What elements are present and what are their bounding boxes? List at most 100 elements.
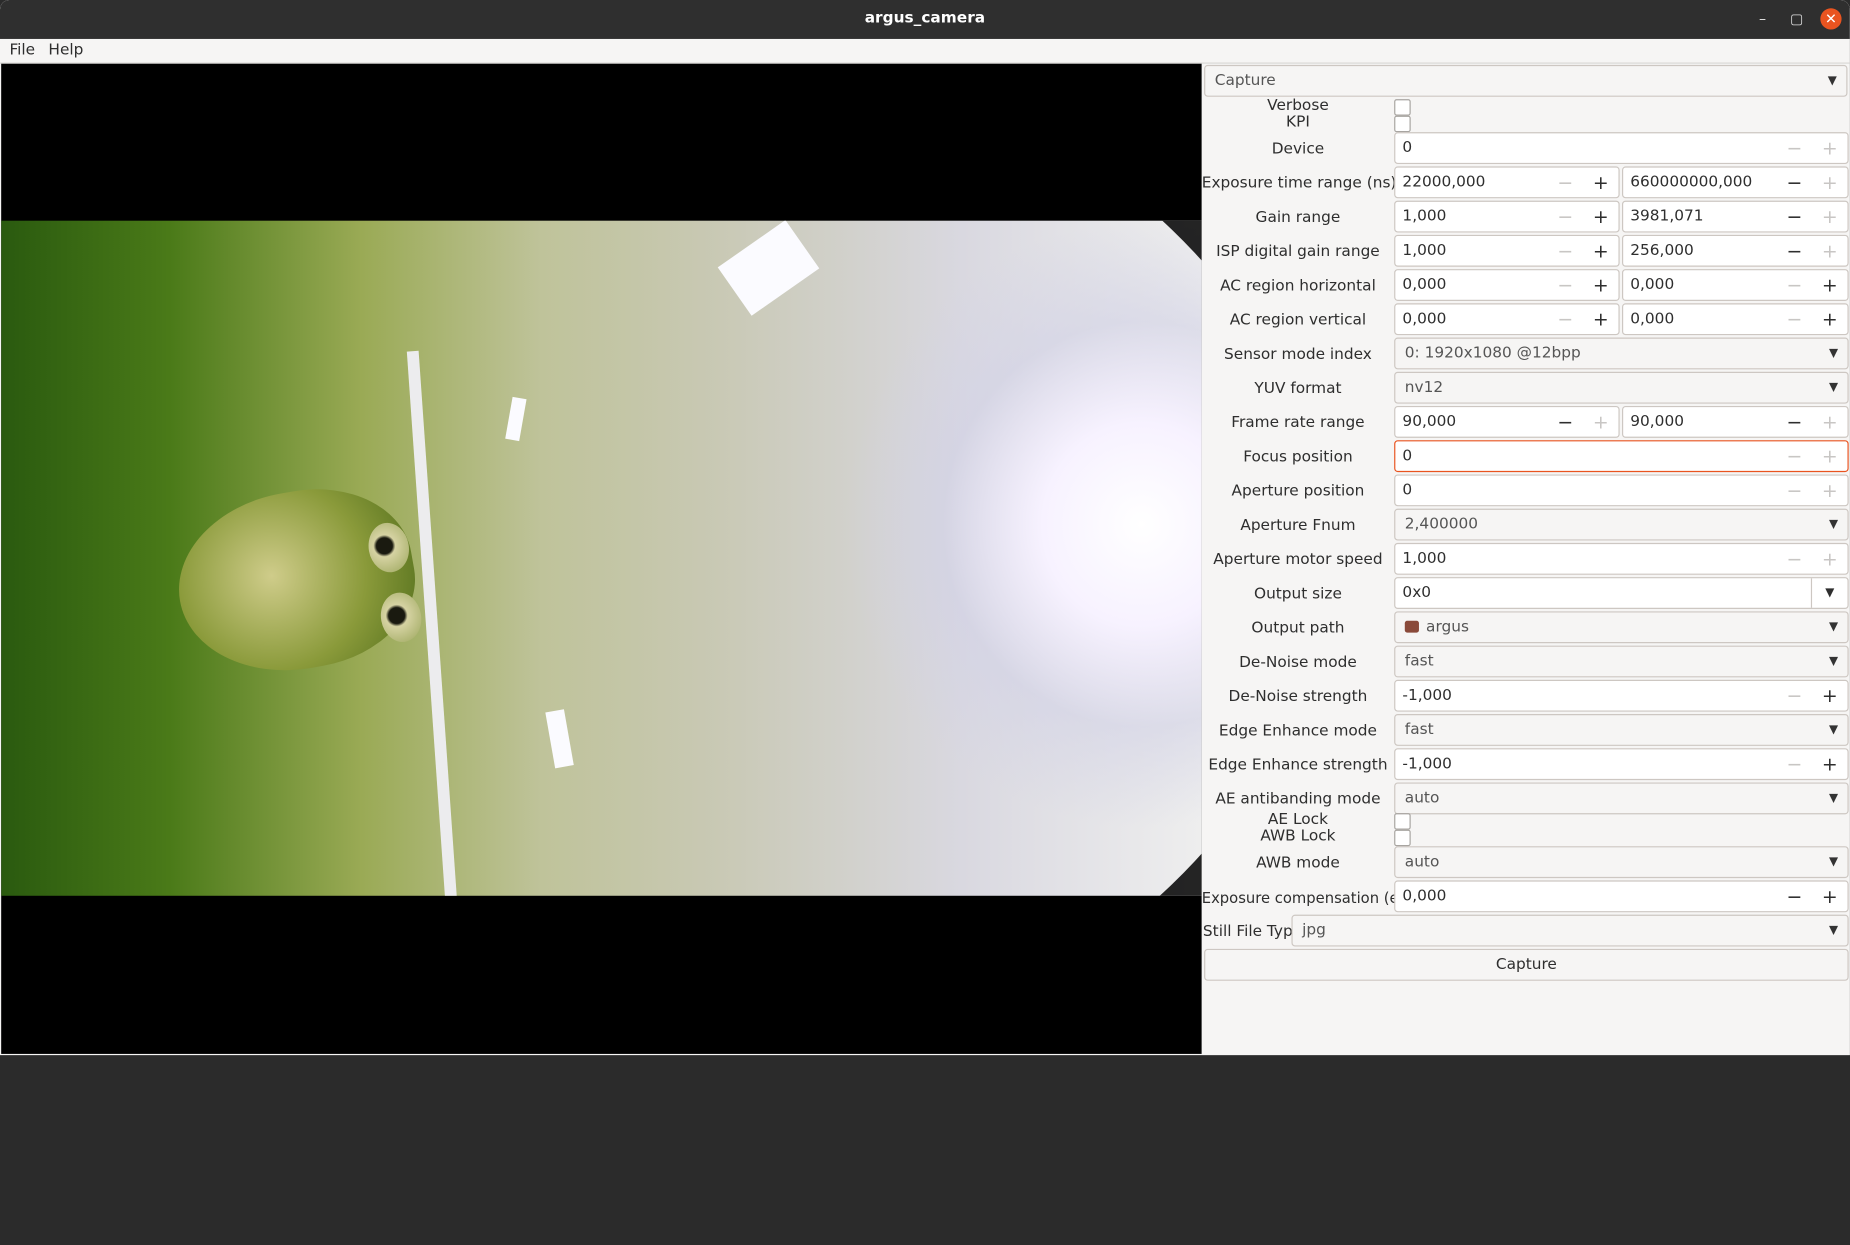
verbose-checkbox[interactable]: [1394, 99, 1411, 116]
plus-icon[interactable]: +: [1812, 133, 1847, 163]
frame-rate-max-spinbox[interactable]: 90,000 − +: [1622, 405, 1849, 438]
minus-icon[interactable]: −: [1548, 236, 1583, 266]
aperture-position-label: Aperture position: [1231, 482, 1365, 501]
minus-icon[interactable]: −: [1777, 270, 1812, 300]
title-bar[interactable]: argus_camera – ▢ ✕: [0, 0, 1850, 39]
plus-icon[interactable]: +: [1583, 168, 1618, 198]
plus-icon[interactable]: +: [1812, 476, 1847, 506]
minus-icon[interactable]: −: [1777, 236, 1812, 266]
output-size-combo[interactable]: 0x0 ▼: [1394, 577, 1849, 609]
minus-icon[interactable]: −: [1777, 476, 1812, 506]
device-spinbox[interactable]: 0 − +: [1394, 132, 1849, 165]
aperture-position-spinbox[interactable]: 0 − +: [1394, 474, 1849, 507]
yuv-value: nv12: [1404, 378, 1444, 397]
minus-icon[interactable]: −: [1548, 168, 1583, 198]
minus-icon[interactable]: −: [1777, 133, 1812, 163]
ac-vertical-min-spinbox[interactable]: 0,000 − +: [1394, 303, 1620, 336]
output-path-label: Output path: [1251, 619, 1345, 638]
verbose-label: Verbose: [1267, 96, 1329, 115]
minus-icon[interactable]: −: [1777, 304, 1812, 334]
aperture-fnum-combo[interactable]: 2,400000 ▼: [1394, 508, 1849, 541]
awb-mode-combo[interactable]: auto ▼: [1394, 846, 1849, 879]
frame-rate-max-value: 90,000: [1630, 413, 1684, 431]
minus-icon[interactable]: −: [1777, 168, 1812, 198]
minus-icon[interactable]: −: [1777, 441, 1812, 471]
minus-icon[interactable]: −: [1548, 407, 1583, 437]
minus-icon[interactable]: −: [1777, 407, 1812, 437]
plus-icon[interactable]: +: [1812, 202, 1847, 232]
plus-icon[interactable]: +: [1812, 882, 1847, 912]
chevron-down-icon: ▼: [1828, 723, 1839, 737]
exp-comp-spinbox[interactable]: 0,000 − +: [1394, 880, 1849, 913]
minus-icon[interactable]: −: [1548, 202, 1583, 232]
edge-strength-row: Edge Enhance strength -1,000 − +: [1202, 748, 1850, 782]
denoise-strength-value: -1,000: [1402, 686, 1452, 705]
minimize-icon[interactable]: –: [1752, 8, 1773, 29]
minus-icon[interactable]: −: [1777, 749, 1812, 779]
exposure-min-value: 22000,000: [1402, 173, 1486, 192]
denoise-strength-spinbox[interactable]: -1,000 − +: [1394, 679, 1849, 712]
gain-min-spinbox[interactable]: 1,000 − +: [1394, 200, 1620, 233]
plus-icon[interactable]: +: [1812, 236, 1847, 266]
minus-icon[interactable]: −: [1777, 681, 1812, 711]
yuv-combo[interactable]: nv12 ▼: [1394, 371, 1849, 404]
aperture-speed-value: 1,000: [1402, 549, 1447, 568]
close-icon[interactable]: ✕: [1820, 8, 1842, 30]
plus-icon[interactable]: +: [1812, 270, 1847, 300]
sensor-mode-combo[interactable]: 0: 1920x1080 @12bpp ▼: [1394, 337, 1849, 370]
plus-icon[interactable]: +: [1583, 304, 1618, 334]
kpi-checkbox[interactable]: [1394, 115, 1411, 133]
still-type-combo[interactable]: jpg ▼: [1291, 914, 1849, 947]
denoise-mode-combo[interactable]: fast ▼: [1394, 645, 1849, 678]
minus-icon[interactable]: −: [1777, 202, 1812, 232]
plus-icon[interactable]: +: [1812, 168, 1847, 198]
gain-max-value: 3981,071: [1630, 207, 1704, 226]
minus-icon[interactable]: −: [1548, 304, 1583, 334]
edge-mode-combo[interactable]: fast ▼: [1394, 714, 1849, 746]
plus-icon[interactable]: +: [1812, 749, 1847, 779]
capture-button[interactable]: Capture: [1204, 948, 1849, 981]
plus-icon[interactable]: +: [1583, 202, 1618, 232]
frame-rate-min-spinbox[interactable]: 90,000 − +: [1394, 405, 1620, 438]
exposure-row: Exposure time range (ns) 22000,000 − + 6…: [1202, 166, 1850, 200]
aperture-speed-spinbox[interactable]: 1,000 − +: [1394, 542, 1849, 575]
plus-icon[interactable]: +: [1812, 681, 1847, 711]
plus-icon[interactable]: +: [1812, 304, 1847, 334]
awb-lock-checkbox[interactable]: [1394, 829, 1411, 847]
chevron-down-icon[interactable]: ▼: [1810, 578, 1848, 608]
menu-help[interactable]: Help: [48, 41, 83, 59]
ac-horizontal-max-spinbox[interactable]: 0,000 − +: [1622, 269, 1849, 301]
output-path-combo[interactable]: argus ▼: [1394, 611, 1849, 644]
output-size-value: 0x0: [1402, 584, 1432, 602]
isp-gain-max-spinbox[interactable]: 256,000 − +: [1622, 234, 1849, 267]
focus-spinbox[interactable]: 0 − +: [1394, 440, 1849, 473]
sensor-mode-label: Sensor mode index: [1224, 345, 1372, 364]
chevron-down-icon: ▼: [1828, 655, 1839, 668]
output-path-row: Output path argus ▼: [1202, 611, 1850, 645]
isp-gain-min-spinbox[interactable]: 1,000 − +: [1394, 234, 1620, 267]
ae-lock-label: AE Lock: [1267, 810, 1328, 829]
exposure-max-spinbox[interactable]: 660000000,000 − +: [1622, 166, 1849, 199]
plus-icon[interactable]: +: [1812, 544, 1847, 574]
plus-icon[interactable]: +: [1812, 407, 1847, 437]
ac-vertical-max-spinbox[interactable]: 0,000 − +: [1622, 303, 1849, 336]
ae-antibanding-combo[interactable]: auto ▼: [1394, 782, 1849, 815]
exposure-min-spinbox[interactable]: 22000,000 − +: [1394, 166, 1620, 199]
minus-icon[interactable]: −: [1777, 544, 1812, 574]
exposure-label: Exposure time range (ns): [1201, 174, 1397, 193]
plus-icon[interactable]: +: [1812, 441, 1847, 471]
ae-lock-checkbox[interactable]: [1394, 813, 1411, 830]
minus-icon[interactable]: −: [1777, 882, 1812, 912]
menu-file[interactable]: File: [9, 41, 35, 59]
ac-horizontal-min-spinbox[interactable]: 0,000 − +: [1394, 269, 1620, 301]
plus-icon[interactable]: +: [1583, 270, 1618, 300]
maximize-icon[interactable]: ▢: [1786, 8, 1807, 29]
chevron-down-icon: ▼: [1828, 518, 1839, 532]
minus-icon[interactable]: −: [1548, 270, 1583, 300]
plus-icon[interactable]: +: [1583, 236, 1618, 266]
edge-strength-spinbox[interactable]: -1,000 − +: [1394, 748, 1849, 781]
plus-icon[interactable]: +: [1583, 407, 1618, 437]
gain-max-spinbox[interactable]: 3981,071 − +: [1622, 200, 1849, 233]
mode-combo[interactable]: Capture ▼: [1204, 64, 1848, 97]
edge-strength-value: -1,000: [1402, 755, 1452, 774]
